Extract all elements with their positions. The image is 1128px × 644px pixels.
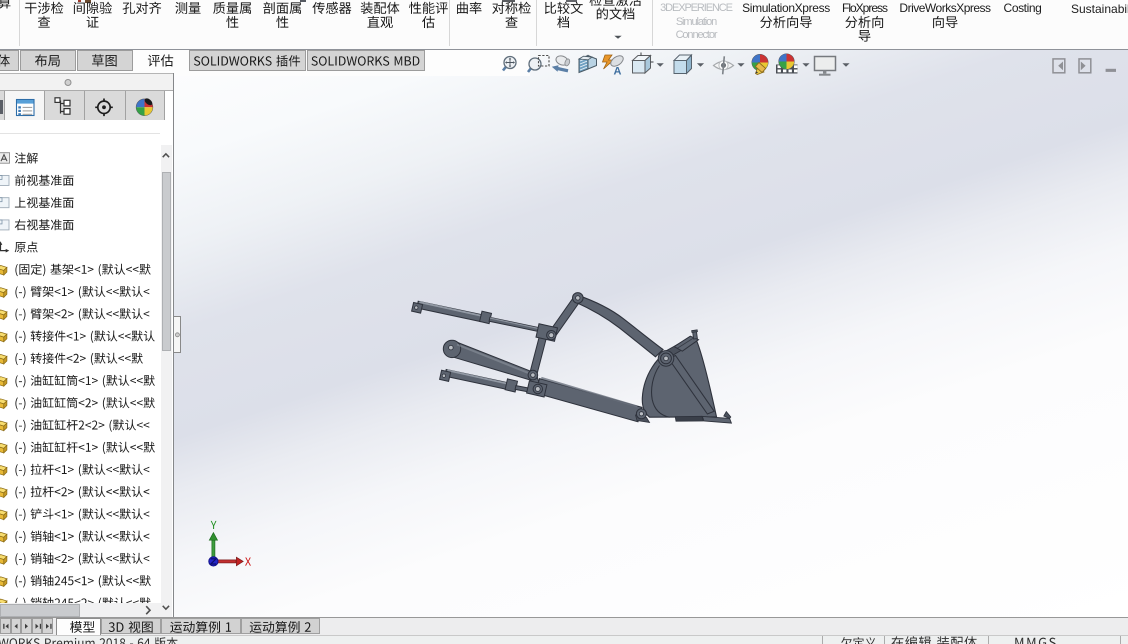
svg-text:A: A	[614, 66, 622, 78]
